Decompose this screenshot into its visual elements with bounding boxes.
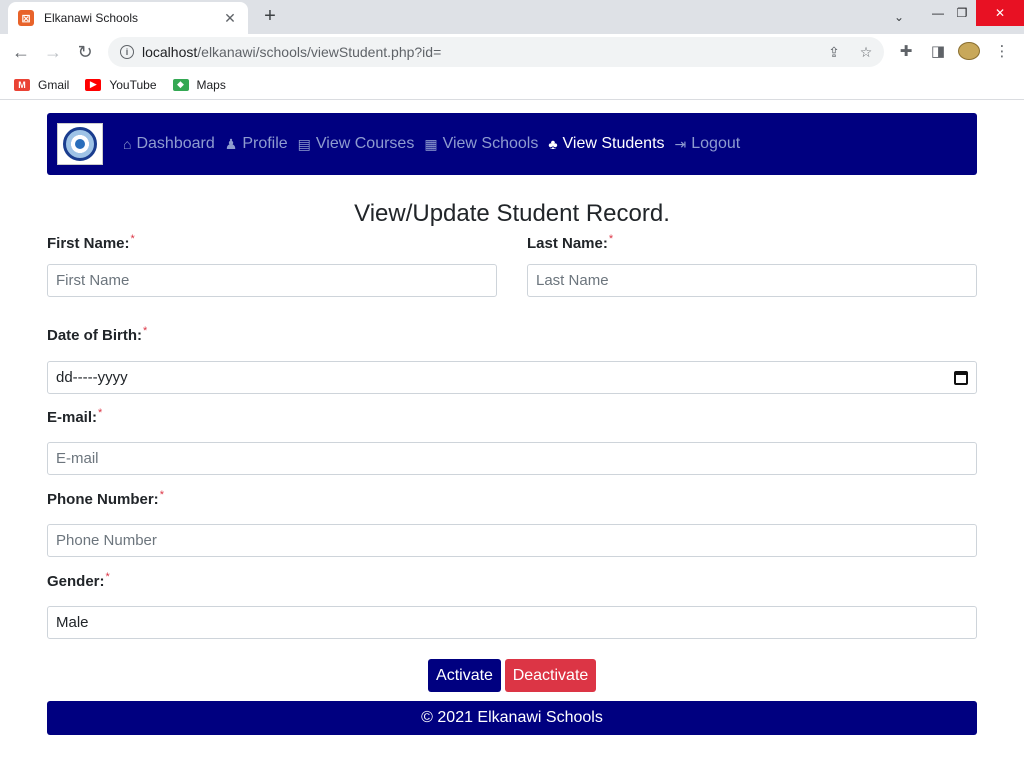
book-icon: ▤ bbox=[297, 135, 311, 152]
dob-date-input[interactable]: dd-----yyyy bbox=[47, 361, 977, 394]
users-icon: ♣ bbox=[548, 136, 558, 152]
new-tab-button[interactable]: + bbox=[258, 4, 282, 28]
site-info-icon[interactable]: i bbox=[120, 45, 134, 59]
bookmark-youtube[interactable]: ▶ YouTube bbox=[85, 77, 157, 92]
nav-label: Logout bbox=[691, 135, 741, 152]
top-navbar: ⌂ Dashboard ♟ Profile ▤ View Courses ▦ V… bbox=[47, 113, 977, 175]
url-host: localhost bbox=[142, 44, 198, 60]
browser-tabstrip: ⊠ Elkanawi Schools ✕ + ⌄ — ❐ ✕ bbox=[0, 0, 1024, 34]
email-label-text: E-mail: bbox=[47, 409, 98, 426]
sign-out-icon: ⇥ bbox=[674, 135, 687, 152]
logo-dot bbox=[75, 139, 85, 149]
required-mark: * bbox=[608, 233, 614, 245]
nav-view-students[interactable]: ♣ View Students bbox=[548, 135, 664, 153]
profile-avatar[interactable] bbox=[958, 42, 980, 60]
nav-label: Dashboard bbox=[136, 135, 215, 152]
phone-field[interactable] bbox=[47, 524, 977, 557]
required-mark: * bbox=[130, 233, 135, 245]
activate-button[interactable]: Activate bbox=[428, 659, 501, 692]
page-content: ⌂ Dashboard ♟ Profile ▤ View Courses ▦ V… bbox=[47, 113, 977, 735]
bookmark-star-icon[interactable]: ☆ bbox=[858, 44, 874, 60]
nav-view-schools[interactable]: ▦ View Schools bbox=[424, 135, 538, 153]
bookmark-label: YouTube bbox=[109, 77, 157, 92]
xampp-favicon-icon: ⊠ bbox=[18, 10, 34, 26]
page-title: View/Update Student Record. bbox=[354, 200, 670, 227]
calendar-icon[interactable] bbox=[954, 370, 968, 385]
first-name-field[interactable] bbox=[47, 264, 497, 297]
school-logo[interactable] bbox=[57, 123, 103, 165]
reload-icon[interactable]: ↻ bbox=[72, 39, 98, 65]
nav-label: Profile bbox=[242, 135, 288, 152]
nav-view-courses[interactable]: ▤ View Courses bbox=[298, 135, 415, 153]
tab-close-icon[interactable]: ✕ bbox=[222, 10, 238, 27]
footer-text: © 2021 Elkanawi Schools bbox=[421, 709, 603, 726]
nav-dashboard[interactable]: ⌂ Dashboard bbox=[123, 135, 215, 153]
deactivate-button[interactable]: Deactivate bbox=[505, 659, 596, 692]
dob-label-text: Date of Birth: bbox=[47, 327, 142, 344]
menu-icon[interactable]: ⋮ bbox=[992, 41, 1012, 61]
email-label: E-mail:* bbox=[47, 407, 102, 426]
nav-logout[interactable]: ⇥ Logout bbox=[675, 135, 741, 153]
bookmark-label: Gmail bbox=[38, 77, 70, 92]
last-name-label-text: Last Name: bbox=[527, 235, 608, 252]
nav-label: View Students bbox=[562, 135, 665, 152]
browser-toolbar: ← → ↻ i localhost/elkanawi/schools/viewS… bbox=[0, 34, 1024, 70]
dob-placeholder: dd-----yyyy bbox=[56, 369, 128, 386]
required-mark: * bbox=[143, 325, 148, 337]
gender-label: Gender:* bbox=[47, 571, 110, 590]
email-field[interactable] bbox=[47, 442, 977, 475]
building-icon: ▦ bbox=[424, 135, 438, 152]
nav-label: View Courses bbox=[315, 135, 415, 152]
required-mark: * bbox=[159, 489, 164, 501]
first-name-label: First Name:* bbox=[47, 233, 135, 252]
bookmark-label: Maps bbox=[196, 77, 226, 92]
dob-label: Date of Birth:* bbox=[47, 325, 147, 344]
tab-title: Elkanawi Schools bbox=[44, 11, 139, 25]
extensions-icon[interactable]: ✚ bbox=[896, 41, 916, 61]
gender-field[interactable] bbox=[47, 606, 977, 639]
youtube-icon: ▶ bbox=[85, 78, 102, 91]
phone-label: Phone Number:* bbox=[47, 489, 164, 508]
phone-label-text: Phone Number: bbox=[47, 491, 159, 508]
browser-tab[interactable]: ⊠ Elkanawi Schools ✕ bbox=[8, 2, 248, 34]
required-mark: * bbox=[98, 407, 103, 419]
last-name-field[interactable] bbox=[527, 264, 977, 297]
first-name-label-text: First Name: bbox=[47, 235, 130, 252]
back-icon[interactable]: ← bbox=[8, 39, 34, 65]
bookmark-maps[interactable]: ◆ Maps bbox=[172, 77, 226, 92]
url-path: /elkanawi/schools/viewStudent.php?id= bbox=[197, 44, 442, 60]
nav-profile[interactable]: ♟ Profile bbox=[225, 135, 288, 153]
last-name-label: Last Name:* bbox=[527, 233, 613, 252]
forward-icon[interactable]: → bbox=[40, 39, 66, 65]
user-icon: ♟ bbox=[224, 135, 238, 152]
side-panel-icon[interactable]: ◨ bbox=[928, 41, 948, 61]
required-mark: * bbox=[105, 571, 110, 583]
maps-icon: ◆ bbox=[172, 78, 189, 91]
page-footer: © 2021 Elkanawi Schools bbox=[47, 701, 977, 735]
bookmarks-bar: M Gmail ▶ YouTube ◆ Maps bbox=[0, 70, 1024, 100]
bookmark-gmail[interactable]: M Gmail bbox=[14, 78, 69, 92]
restore-icon[interactable]: ❐ bbox=[946, 0, 978, 26]
share-icon[interactable]: ⇪ bbox=[826, 44, 842, 60]
tab-search-icon[interactable]: ⌄ bbox=[888, 6, 910, 28]
nav-label: View Schools bbox=[442, 135, 539, 152]
home-icon: ⌂ bbox=[123, 136, 132, 152]
logo-emblem bbox=[63, 127, 97, 161]
window-close-icon[interactable]: ✕ bbox=[976, 0, 1024, 26]
address-bar[interactable]: i localhost/elkanawi/schools/viewStudent… bbox=[108, 37, 884, 67]
gmail-icon: M bbox=[14, 78, 30, 91]
gender-label-text: Gender: bbox=[47, 573, 105, 590]
